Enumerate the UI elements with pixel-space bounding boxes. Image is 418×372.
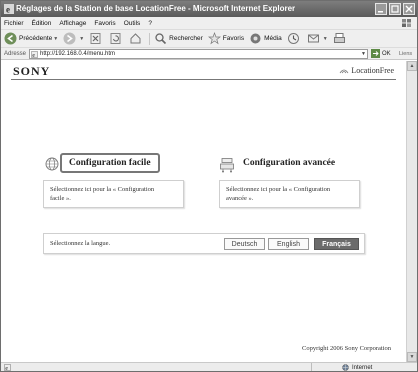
sony-logo: SONY: [13, 64, 51, 78]
header-divider: [11, 79, 396, 80]
menu-file[interactable]: Fichier: [4, 20, 24, 27]
page-icon: e: [31, 51, 38, 58]
menu-favorites[interactable]: Favoris: [94, 20, 115, 27]
windows-flag-icon: [402, 19, 411, 27]
chevron-down-icon: ▼: [53, 35, 59, 42]
chevron-down-icon: ▼: [322, 35, 328, 42]
easy-config-description[interactable]: Sélectionnez ici pour la « Configuration…: [43, 180, 184, 208]
language-selector: Sélectionnez la langue. Deutsch English …: [43, 233, 365, 254]
search-label: Rechercher: [169, 35, 203, 42]
print-icon: [333, 33, 345, 43]
router-icon: [220, 158, 234, 173]
locationfree-logo: LocationFree: [339, 66, 394, 75]
maximize-icon: [391, 5, 399, 13]
easy-desc-line1: Sélectionnez ici pour la « Configuration: [50, 186, 155, 193]
menu-view[interactable]: Affichage: [59, 20, 86, 27]
menu-edit[interactable]: Édition: [32, 20, 52, 27]
links-label[interactable]: Liens: [399, 51, 412, 57]
favorites-button[interactable]: Favoris: [207, 32, 245, 45]
home-icon: [130, 33, 141, 44]
back-button[interactable]: Précédente ▼: [4, 32, 58, 45]
search-button[interactable]: Rechercher: [154, 32, 203, 45]
advanced-desc-line1: Sélectionnez ici pour la « Configuration: [226, 186, 331, 193]
menu-bar: Fichier Édition Affichage Favoris Outils…: [1, 17, 417, 29]
minimize-button[interactable]: [375, 3, 387, 15]
easy-config-button[interactable]: Configuration facile: [60, 153, 160, 173]
go-arrow-icon: [371, 49, 380, 58]
scroll-up-icon[interactable]: ▲: [407, 61, 417, 71]
stop-button[interactable]: [89, 32, 104, 45]
chevron-down-icon[interactable]: ▼: [361, 51, 366, 57]
address-label: Adresse: [4, 51, 27, 57]
language-deutsch-button[interactable]: Deutsch: [224, 238, 265, 250]
toolbar: Précédente ▼ ▼ Rechercher Favoris Média: [1, 29, 417, 47]
svg-text:e: e: [5, 366, 8, 371]
close-button[interactable]: [403, 3, 415, 15]
page-content: SONY LocationFree Configuration facile S…: [1, 61, 406, 362]
globe-icon: [45, 157, 59, 171]
back-arrow-icon: [4, 32, 17, 45]
history-icon: [287, 33, 299, 44]
status-bar: e Internet: [1, 362, 417, 371]
internet-globe-icon: [342, 364, 349, 371]
mail-icon: [307, 34, 319, 43]
language-english-button[interactable]: English: [268, 238, 309, 250]
print-button[interactable]: [333, 32, 348, 45]
address-url: http://192.168.0.4/menu.htm: [40, 51, 116, 57]
window-controls: [375, 3, 415, 15]
title-bar: e Réglages de la Station de base Locatio…: [1, 1, 417, 17]
stop-icon: [90, 33, 101, 44]
maximize-button[interactable]: [389, 3, 401, 15]
refresh-button[interactable]: [109, 32, 124, 45]
back-label: Précédente: [19, 35, 53, 42]
toolbar-separator: [149, 32, 151, 45]
address-input[interactable]: e http://192.168.0.4/menu.htm ▼: [29, 49, 368, 59]
media-label: Média: [264, 35, 282, 42]
advanced-config-title[interactable]: Configuration avancée: [243, 158, 335, 168]
go-button[interactable]: OK: [371, 49, 391, 58]
refresh-icon: [110, 33, 121, 44]
page-status-icon: e: [4, 364, 11, 371]
go-label: OK: [382, 50, 391, 57]
zone-label: Internet: [352, 364, 373, 371]
scroll-down-icon[interactable]: ▼: [407, 352, 417, 362]
close-icon: [405, 5, 413, 13]
minimize-icon: [378, 11, 383, 13]
advanced-config-description[interactable]: Sélectionnez ici pour la « Configuration…: [219, 180, 360, 208]
history-button[interactable]: [287, 32, 302, 45]
svg-text:e: e: [6, 5, 10, 15]
menu-tools[interactable]: Outils: [124, 20, 141, 27]
address-bar: Adresse e http://192.168.0.4/menu.htm ▼ …: [1, 47, 417, 60]
easy-desc-line2: facile ».: [50, 195, 71, 202]
chevron-down-icon: ▼: [79, 35, 85, 42]
search-icon: [155, 33, 167, 45]
security-zone: Internet: [311, 363, 373, 371]
advanced-desc-line2: avancée ».: [226, 195, 254, 202]
media-icon: [250, 33, 261, 44]
svg-text:e: e: [32, 53, 35, 58]
ie-icon: e: [4, 4, 14, 14]
copyright-text: Copyright 2006 Sony Corporation: [301, 345, 391, 352]
signal-icon: [340, 69, 349, 74]
easy-config-title: Configuration facile: [69, 158, 151, 168]
window-title: Réglages de la Station de base LocationF…: [16, 4, 296, 13]
vertical-scrollbar[interactable]: ▲ ▼: [406, 61, 417, 362]
mail-button[interactable]: ▼: [307, 32, 328, 45]
forward-button[interactable]: ▼: [63, 32, 84, 45]
forward-arrow-icon: [63, 32, 76, 45]
menu-help[interactable]: ?: [148, 20, 152, 27]
browser-window: e Réglages de la Station de base Locatio…: [0, 0, 418, 372]
language-label: Sélectionnez la langue.: [50, 240, 111, 247]
favorites-label: Favoris: [222, 35, 245, 42]
brand-text: LocationFree: [351, 66, 394, 75]
star-icon: [207, 32, 221, 45]
media-button[interactable]: Média: [249, 32, 282, 45]
home-button[interactable]: [129, 32, 144, 45]
language-francais-button[interactable]: Français: [314, 238, 359, 250]
